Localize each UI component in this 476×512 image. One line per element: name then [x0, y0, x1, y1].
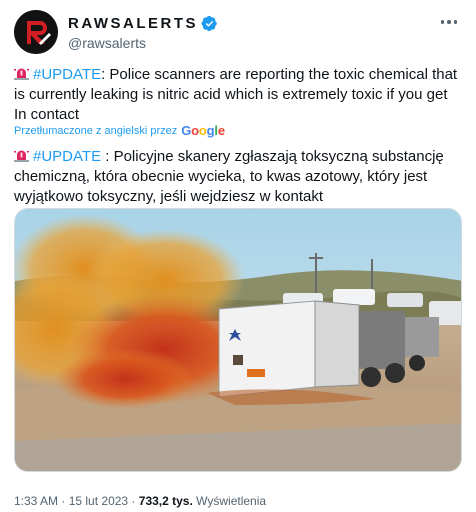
translation-note: Przetłumaczone z angielski przez — [14, 124, 178, 137]
tweet-card: RAWSALERTS @rawsalerts #UPDATE: Police s… — [0, 0, 476, 512]
tweet-time[interactable]: 1:33 AM — [14, 494, 58, 508]
handle[interactable]: @rawsalerts — [68, 35, 218, 51]
tweet-text-original: #UPDATE: Police scanners are reporting t… — [14, 65, 462, 125]
tweet-media[interactable] — [14, 208, 462, 472]
police-siren-icon — [14, 68, 29, 80]
hashtag-link[interactable]: #UPDATE — [33, 66, 101, 83]
translation-attribution[interactable]: Przetłumaczone z angielski przez Google — [14, 123, 225, 138]
separator: · — [128, 494, 139, 508]
tweet-footer: 1:33 AM · 15 lut 2023 · 733,2 tys. Wyświ… — [14, 494, 266, 508]
rawsalerts-logo-icon — [14, 10, 58, 54]
tweet-date[interactable]: 15 lut 2023 — [69, 494, 128, 508]
police-siren-icon — [14, 150, 29, 162]
verified-badge-icon — [201, 15, 217, 31]
display-name[interactable]: RAWSALERTS — [68, 15, 198, 32]
more-options-icon[interactable] — [438, 14, 460, 30]
tweet-text-translated: #UPDATE : Policyjne skanery zgłaszają to… — [14, 147, 462, 207]
tweet-header: RAWSALERTS @rawsalerts — [14, 10, 462, 56]
views-count: 733,2 tys. — [138, 494, 193, 508]
separator: · — [58, 494, 69, 508]
overturned-truck-chemical-spill-photo — [15, 209, 461, 471]
hashtag-link[interactable]: #UPDATE — [33, 148, 101, 165]
avatar[interactable] — [14, 10, 58, 54]
author-names: RAWSALERTS @rawsalerts — [68, 14, 218, 51]
views-label: Wyświetlenia — [196, 494, 267, 508]
google-logo-icon: Google — [181, 123, 225, 138]
